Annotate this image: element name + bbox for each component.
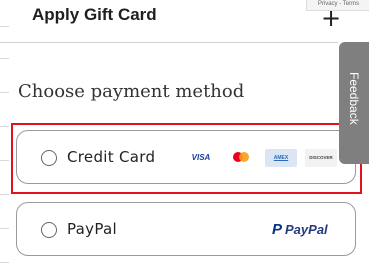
paypal-label: PayPal	[67, 220, 117, 238]
apply-gift-card-row[interactable]: Apply Gift Card +	[0, 0, 341, 43]
paypal-option[interactable]: PayPal P PayPal	[16, 202, 356, 256]
feedback-tab[interactable]: Feedback	[339, 42, 369, 164]
paypal-logo-text: PayPal	[285, 222, 328, 237]
paypal-mark-icon: P	[272, 221, 283, 238]
feedback-label: Feedback	[347, 72, 361, 125]
paypal-radio[interactable]	[41, 222, 57, 238]
payment-method-heading: Choose payment method	[18, 81, 245, 102]
recaptcha-privacy-terms[interactable]: Privacy - Terms	[306, 0, 369, 11]
paypal-logo: P PayPal	[272, 221, 328, 238]
highlight-box	[11, 123, 362, 194]
gift-card-title: Apply Gift Card	[32, 5, 157, 24]
